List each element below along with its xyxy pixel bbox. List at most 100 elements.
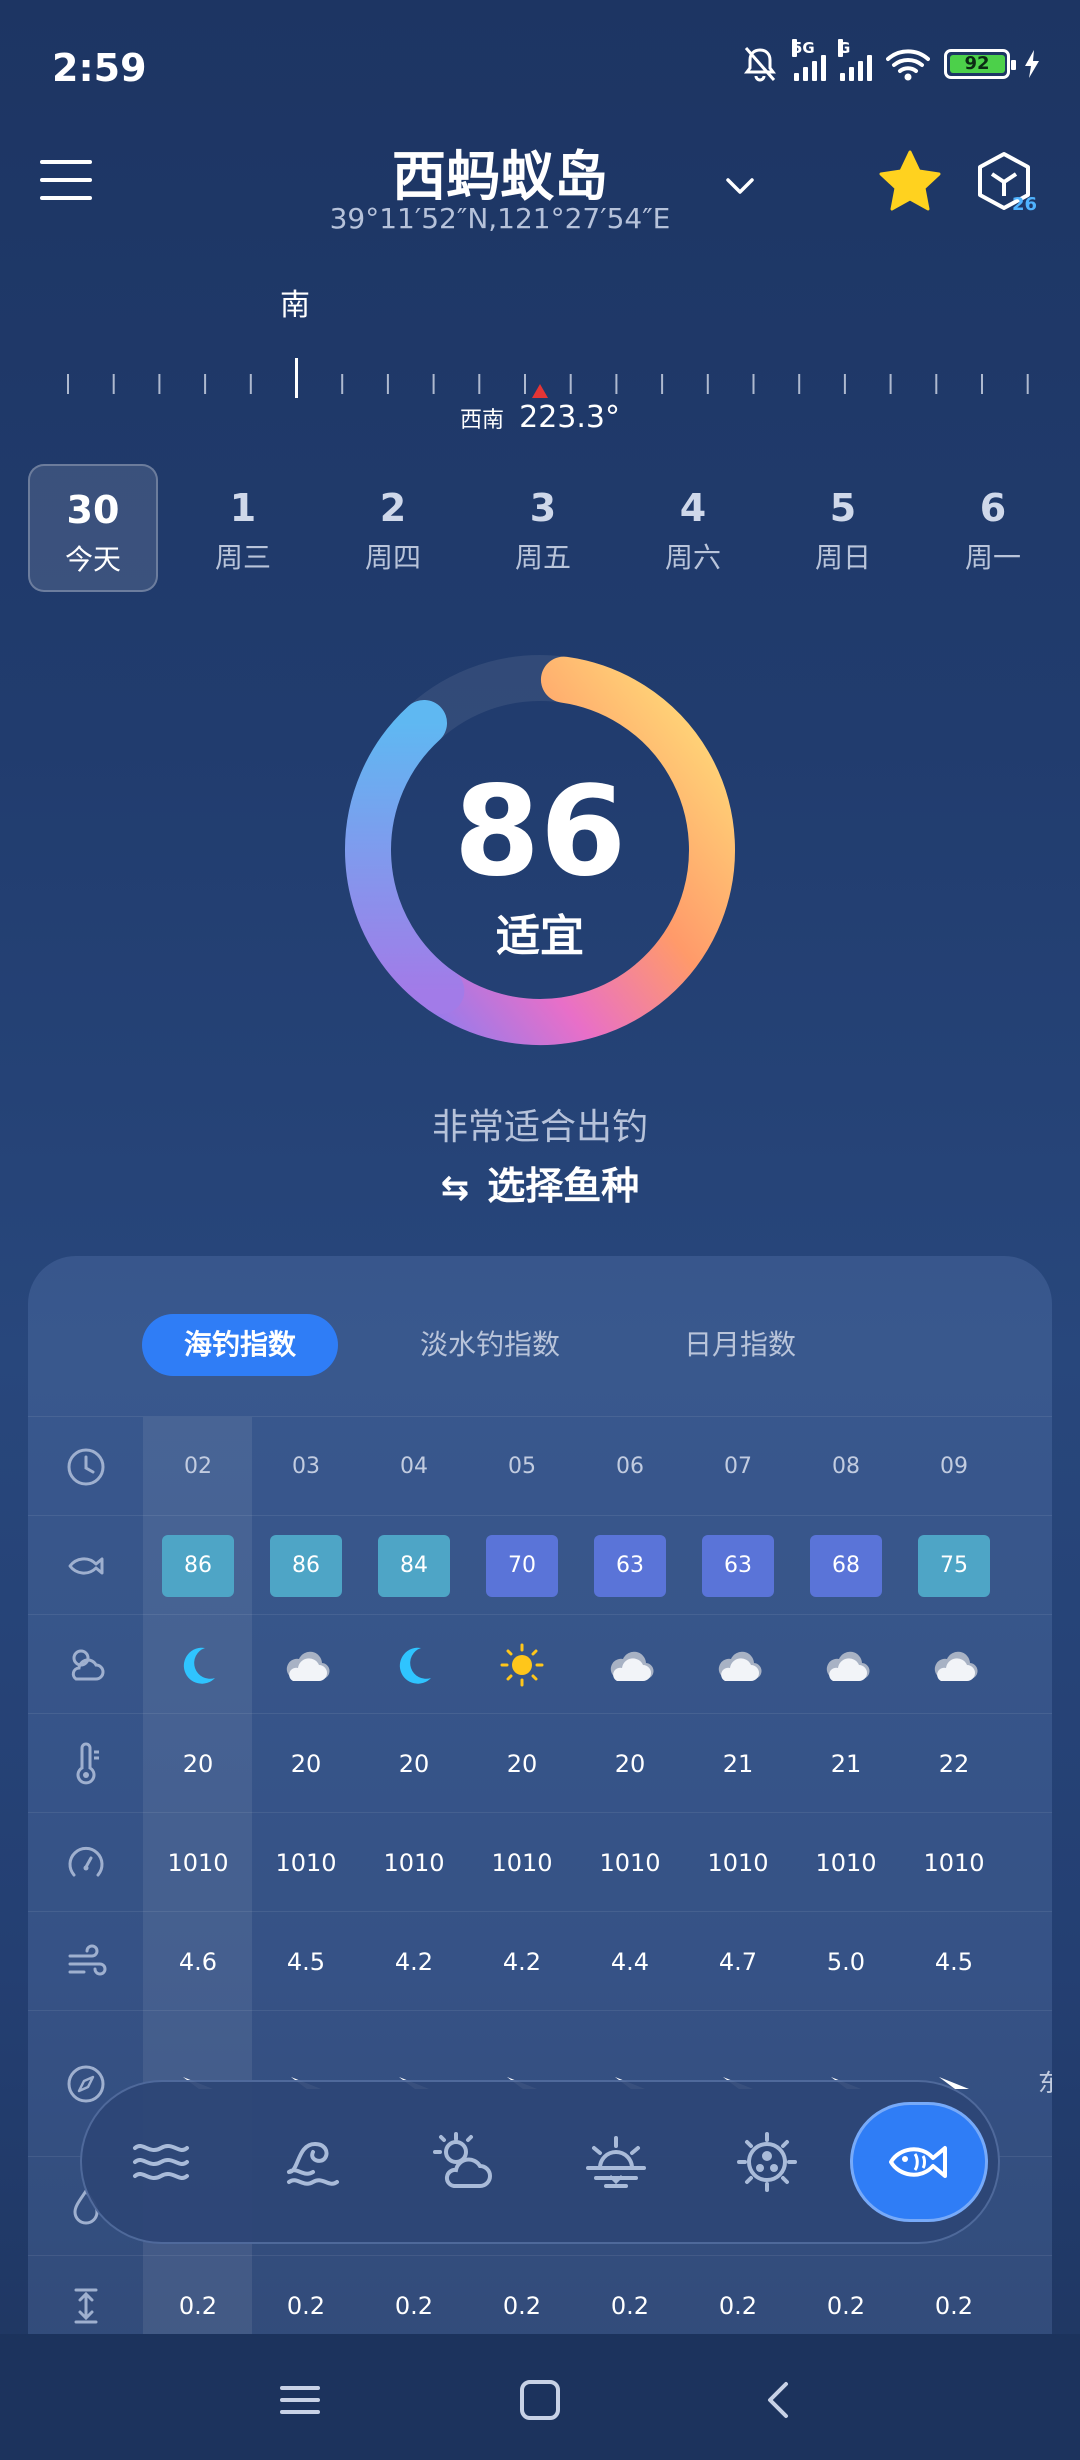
svg-text:26: 26 (1012, 194, 1036, 214)
system-nav-bar (0, 2334, 1080, 2460)
table-cell: 21 (830, 1749, 862, 1778)
moon-phase-button[interactable] (698, 2102, 836, 2222)
moon-icon (183, 1647, 215, 1684)
wifi-icon (886, 49, 930, 81)
table-cell: 21 (722, 1749, 754, 1778)
select-fish-button[interactable]: ⇆ 选择鱼种 (0, 1155, 1080, 1210)
cloud-icon (610, 1651, 654, 1681)
heading-marker (532, 384, 548, 398)
table-cell: 0.2 (394, 2291, 434, 2320)
wave-height-icon (28, 2256, 144, 2334)
table-cell (576, 1615, 684, 1714)
signal-g-icon: G (838, 39, 872, 81)
tide-button[interactable] (244, 2102, 382, 2222)
wind-icon (28, 1912, 144, 2011)
table-cell: 0.2 (718, 2291, 758, 2320)
location-coords: 39°11′52″N,121°27′54″E (329, 202, 671, 235)
recent-apps-icon[interactable] (278, 2378, 322, 2422)
heading-degrees: 223.3° (519, 400, 620, 435)
score-badge: 70 (486, 1534, 558, 1597)
table-cell: 1010 (275, 1848, 337, 1877)
day-tab-2[interactable]: 2 周四 (328, 464, 458, 592)
table-cell (252, 1615, 360, 1714)
table-cell: 0.2 (144, 2256, 252, 2334)
table-cell: 1010 (599, 1848, 661, 1877)
row-temperature: 20 20 20 20 20 21 21 22 (28, 1713, 1052, 1813)
table-cell: 63 (576, 1516, 684, 1615)
tab-sea-fishing[interactable]: 海钓指数 (142, 1314, 339, 1376)
sun-cloud-icon (433, 2132, 493, 2188)
table-cell: 86 (144, 1516, 252, 1615)
ar-cube-icon[interactable]: 26 (972, 150, 1036, 214)
day-tab-4[interactable]: 4 周六 (628, 464, 758, 592)
table-cell: 03 (292, 1454, 320, 1479)
tab-sun-moon[interactable]: 日月指数 (642, 1314, 838, 1376)
table-cell: 86 (252, 1516, 360, 1615)
clock-icon (28, 1417, 144, 1516)
score-badge: 86 (270, 1534, 342, 1597)
table-cell: 22 (938, 1749, 970, 1778)
charging-icon (1025, 50, 1039, 78)
day-selector: 30 今天 1 周三 2 周四 3 周五 4 周六 5 周日 6 周一 (28, 464, 1058, 592)
home-icon[interactable] (518, 2378, 562, 2422)
table-cell: 4.2 (502, 1947, 542, 1976)
status-bar: 2:59 5G G 92 (0, 0, 1080, 135)
cloud-icon (826, 1651, 870, 1681)
table-cell: 1010 (383, 1848, 445, 1877)
table-cell: 20 (144, 1714, 252, 1813)
table-cell: 0.2 (826, 2291, 866, 2320)
table-cell: 0.2 (934, 2291, 974, 2320)
cloud-icon (934, 1651, 978, 1681)
table-cell: 1010 (923, 1848, 985, 1877)
battery-level: 92 (964, 53, 990, 74)
table-cell: 0.2 (610, 2291, 650, 2320)
table-cell: 0.2 (502, 2291, 542, 2320)
thermometer-icon (28, 1714, 144, 1813)
waves-button[interactable] (92, 2102, 230, 2222)
table-cell: 0.2 (286, 2291, 326, 2320)
fishing-score: 86 (453, 760, 627, 904)
cloud-icon (286, 1651, 330, 1681)
table-cell: 07 (724, 1454, 752, 1479)
row-pressure: 1010 1010 1010 1010 1010 1010 1010 1010 (28, 1812, 1052, 1912)
table-cell: 4.4 (610, 1947, 650, 1976)
table-cell (792, 1615, 900, 1714)
cloud-icon (718, 1651, 762, 1681)
fish-row-icon (28, 1516, 144, 1615)
row-wind-speed: 4.6 4.5 4.2 4.2 4.4 4.7 5.0 4.5 (28, 1911, 1052, 2011)
score-badge: 63 (594, 1534, 666, 1597)
table-cell (468, 1615, 576, 1714)
table-cell: 06 (616, 1454, 644, 1479)
day-tab-3[interactable]: 3 周五 (478, 464, 608, 592)
table-cell: 04 (400, 1454, 428, 1479)
day-tab-6[interactable]: 6 周一 (928, 464, 1058, 592)
table-cell: 08 (832, 1454, 860, 1479)
chevron-down-icon[interactable] (722, 168, 758, 204)
table-cell: 4.5 (286, 1947, 326, 1976)
favorite-star-icon[interactable] (876, 148, 944, 216)
fish-icon (888, 2146, 947, 2178)
weather-button[interactable] (395, 2102, 533, 2222)
location-title[interactable]: 西蚂蚁岛 (0, 132, 1000, 211)
tab-freshwater-fishing[interactable]: 淡水钓指数 (378, 1314, 602, 1376)
table-cell: 84 (360, 1516, 468, 1615)
sunrise-button[interactable] (547, 2102, 685, 2222)
table-cell: 5.0 (826, 1947, 866, 1976)
compass-south-label: 南 (280, 288, 310, 323)
fishing-index-button[interactable] (849, 2102, 988, 2222)
compass-heading: 西南 223.3° (0, 400, 1080, 435)
table-cell: 1010 (815, 1848, 877, 1877)
heading-direction: 西南 (460, 408, 505, 433)
day-tab-1[interactable]: 1 周三 (178, 464, 308, 592)
table-cell: 20 (614, 1749, 646, 1778)
table-cell (144, 1615, 252, 1714)
weather-row-icon (28, 1615, 144, 1714)
table-cell: 4.7 (718, 1947, 758, 1976)
day-tab-5[interactable]: 5 周日 (778, 464, 908, 592)
table-cell: 1010 (707, 1848, 769, 1877)
day-tab-30[interactable]: 30 今天 (28, 464, 158, 592)
wind-direction-partial: 东 (1038, 2069, 1052, 2097)
back-icon[interactable] (758, 2378, 802, 2422)
tide-wave-icon (286, 2141, 339, 2186)
swap-icon: ⇆ (440, 1168, 470, 1208)
